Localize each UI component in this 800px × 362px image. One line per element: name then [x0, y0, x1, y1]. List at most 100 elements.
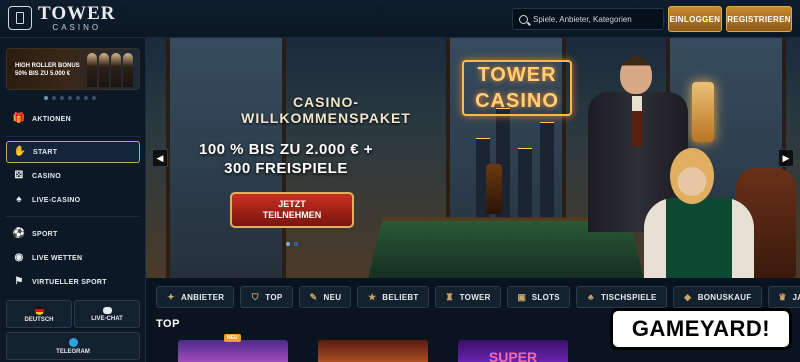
sidebar: HIGH ROLLER BONUS 50% BIS ZU 5.000 € 🎁 A…	[0, 38, 146, 362]
carousel-dot[interactable]	[60, 96, 64, 100]
sidebar-item-virtueller-sport[interactable]: ⚑ VIRTUELLER SPORT	[6, 271, 140, 293]
carousel-dot[interactable]	[44, 96, 48, 100]
virtual-sport-icon: ⚑	[14, 276, 24, 287]
chat-bubble-icon	[102, 306, 112, 314]
sidebar-item-label: SPORT	[32, 230, 58, 238]
sidebar-item-label: START	[33, 148, 58, 156]
tab-label: NEU	[323, 292, 342, 302]
cta-line-1: JETZT	[278, 199, 306, 210]
telegram-button[interactable]: TELEGRAM	[6, 332, 140, 360]
tab-tischspiele[interactable]: ♣ TISCHSPIELE	[575, 286, 667, 308]
hero-offer-line-2: 300 FREISPIELE	[224, 160, 348, 177]
sidebar-item-aktionen[interactable]: 🎁 AKTIONEN	[6, 108, 140, 130]
logo-subtitle: CASINO	[52, 23, 102, 32]
livechat-button[interactable]: LIVE-CHAT	[74, 300, 140, 328]
tab-label: SLOTS	[531, 292, 560, 302]
shield-star-icon: ⛉	[251, 291, 259, 302]
register-button[interactable]: REGISTRIEREN	[726, 6, 792, 32]
tab-beliebt[interactable]: ★ BELIEBT	[357, 286, 429, 308]
carousel-dot[interactable]	[68, 96, 72, 100]
tab-top[interactable]: ⛉ TOP	[240, 286, 293, 308]
neon-sign: TOWER CASINO	[462, 60, 572, 116]
hero-title-line-2: WILLKOMMENSPAKET	[241, 110, 411, 127]
sidebar-divider	[6, 216, 140, 217]
dice-icon: ⚄	[14, 170, 24, 181]
provider-icon: ✦	[167, 291, 175, 302]
app-root: TOWER CASINO EINLOGGEN REGISTRIEREN HIGH…	[0, 0, 800, 362]
login-button[interactable]: EINLOGGEN	[668, 6, 722, 32]
promo-text: HIGH ROLLER BONUS 50% BIS ZU 5.000 €	[15, 63, 80, 79]
sidebar-divider	[6, 136, 140, 137]
german-flag-icon	[34, 305, 44, 315]
tab-label: JA	[792, 292, 800, 302]
hero-banner[interactable]: TOWER CASINO CASINO- WILLKOMMENSPAKET 10…	[146, 38, 800, 278]
soccer-ball-icon: ⚽	[12, 228, 26, 239]
neon-line-2: CASINO	[475, 90, 559, 112]
hero-offer: 100 % BIS ZU 2.000 € + 300 FREISPIELE	[176, 141, 396, 178]
sidebar-item-sport[interactable]: ⚽ SPORT	[6, 223, 140, 245]
carousel-dot[interactable]	[294, 242, 298, 246]
sidebar-item-start[interactable]: ✋ START	[6, 141, 140, 163]
telegram-icon	[68, 337, 78, 347]
new-badge: NEU	[224, 334, 241, 342]
tab-label: BELIEBT	[382, 292, 419, 302]
search-bar[interactable]	[512, 8, 664, 30]
tower-logo-icon	[8, 6, 32, 30]
section-title-top: TOP	[156, 318, 180, 330]
tab-bonuskauf[interactable]: ◆ BONUSKAUF	[672, 286, 762, 308]
carousel-dot[interactable]	[52, 96, 56, 100]
tab-slots[interactable]: ▣ SLOTS	[506, 286, 570, 308]
tab-anbieter[interactable]: ✦ ANBIETER	[156, 286, 235, 308]
carousel-dot[interactable]	[92, 96, 96, 100]
tower-icon: ♜	[445, 291, 454, 302]
language-button[interactable]: DEUTSCH	[6, 300, 72, 328]
promo-carousel-dots	[44, 96, 96, 100]
neon-line-1: TOWER	[477, 64, 557, 86]
hero-offer-line-1: 100 % BIS ZU 2.000 € +	[198, 141, 373, 158]
join-now-button[interactable]: JETZT TEILNEHMEN	[230, 192, 354, 228]
sidebar-item-label: VIRTUELLER SPORT	[32, 278, 107, 286]
promo-line-1: HIGH ROLLER BONUS	[15, 63, 80, 69]
tab-label: ANBIETER	[181, 292, 225, 302]
carousel-dot[interactable]	[76, 96, 80, 100]
promo-banner[interactable]: HIGH ROLLER BONUS 50% BIS ZU 5.000 €	[6, 48, 140, 90]
whisky-bottle	[486, 164, 502, 214]
game-card[interactable]	[318, 340, 428, 362]
hero-title: CASINO- WILLKOMMENSPAKET	[226, 94, 426, 126]
sidebar-item-live-casino[interactable]: ♠ LIVE-CASINO	[6, 189, 140, 211]
sidebar-item-label: CASINO	[32, 172, 62, 180]
sidebar-item-label: AKTIONEN	[32, 115, 71, 123]
sidebar-item-live-wetten[interactable]: ◉ LIVE WETTEN	[6, 247, 140, 269]
promo-figures	[87, 53, 133, 87]
tab-jackpot[interactable]: ♛ JA	[767, 286, 800, 308]
star-icon: ★	[368, 291, 377, 302]
tab-neu[interactable]: ✎ NEU	[298, 286, 352, 308]
livechat-label: LIVE-CHAT	[91, 315, 123, 322]
tab-tower[interactable]: ♜ TOWER	[434, 286, 501, 308]
carousel-dot[interactable]	[286, 242, 290, 246]
search-icon	[519, 14, 528, 24]
hero-carousel-dots[interactable]	[286, 242, 298, 246]
tab-label: TOWER	[459, 292, 491, 302]
carousel-dot[interactable]	[84, 96, 88, 100]
tab-label: BONUSKAUF	[697, 292, 752, 302]
game-thumbnails: NEU SUPER	[178, 334, 568, 362]
search-input[interactable]	[533, 14, 663, 24]
cta-line-2: TEILNEHMEN	[262, 210, 322, 220]
new-icon: ✎	[309, 291, 318, 302]
game-card[interactable]: SUPER	[458, 340, 568, 362]
logo[interactable]: TOWER CASINO	[8, 4, 116, 32]
game-card[interactable]: NEU	[178, 334, 288, 362]
cards-icon: ♠	[16, 194, 22, 205]
jackpot-icon: ♛	[778, 291, 787, 302]
sidebar-item-casino[interactable]: ⚄ CASINO	[6, 165, 140, 187]
chevron-right-icon: ▶	[782, 152, 790, 163]
hero-title-line-1: CASINO-	[292, 94, 360, 110]
tab-label: TOP	[265, 292, 283, 302]
hand-icon: ✋	[13, 146, 27, 157]
promo-line-2: 50% BIS ZU 5.000 €	[15, 70, 71, 77]
telegram-label: TELEGRAM	[56, 348, 90, 355]
carousel-next-button[interactable]: ▶	[778, 149, 794, 167]
gameyard-watermark: GAMEYARD!	[610, 308, 792, 350]
carousel-prev-button[interactable]: ◀	[152, 149, 168, 167]
